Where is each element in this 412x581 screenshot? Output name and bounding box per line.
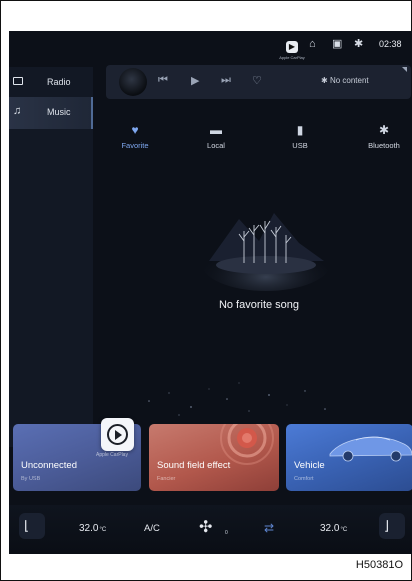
infotainment-screen: ▶ Apple CarPlay ⌂ ▣ ✱ 02:38 Radio ♫ Musi…	[9, 31, 412, 554]
right-temp-value: 32.0	[320, 523, 340, 534]
sidebar-item-radio[interactable]: Radio	[9, 67, 93, 99]
driver-seat-button[interactable]: ⌊	[19, 513, 45, 539]
tab-label: USB	[292, 141, 308, 150]
seat-icon: ⌊	[24, 518, 30, 533]
carplay-caption: Apple CarPlay	[96, 452, 128, 458]
card-subtitle: Fancier	[157, 476, 176, 482]
card-vehicle[interactable]: Vehicle Comfort	[286, 424, 412, 491]
sidebar-item-label: Radio	[47, 77, 71, 87]
fan-icon[interactable]: ✣	[199, 517, 212, 537]
screen-icon: ▣	[332, 38, 343, 50]
next-icon[interactable]: ⏭	[221, 74, 231, 87]
tab-favorite[interactable]: ♥ Favorite	[105, 123, 165, 150]
card-subtitle: Comfort	[294, 476, 314, 482]
radio-icon	[13, 75, 23, 87]
album-art[interactable]	[119, 68, 147, 96]
car-silhouette-icon	[329, 436, 412, 462]
heart-icon: ♥	[131, 123, 139, 137]
sidebar-item-label: Music	[47, 107, 71, 117]
figure-reference-code: H50381O	[355, 559, 403, 571]
status-bar: ▶ Apple CarPlay ⌂ ▣ ✱ 02:38	[9, 31, 412, 60]
empty-state-message: No favorite song	[218, 299, 300, 311]
previous-icon[interactable]: ⏮	[158, 74, 168, 87]
climate-bar: ⌊ 32.0°C A/C ✣ 0 ⇄ 32.0°C ⌋	[9, 505, 412, 554]
tab-bluetooth[interactable]: ✱ Bluetooth	[354, 123, 412, 150]
heart-icon[interactable]: ♡	[252, 74, 262, 87]
decorative-particles	[148, 382, 326, 416]
ac-button[interactable]: A/C	[144, 523, 160, 534]
bluetooth-off-icon: ✱	[321, 76, 328, 85]
carplay-icon: ▶	[286, 41, 298, 53]
card-title: Vehicle	[294, 460, 325, 471]
carplay-icon[interactable]	[101, 418, 134, 451]
bluetooth-icon: ✱	[378, 123, 390, 137]
temp-unit: °C	[340, 527, 348, 533]
card-title: Unconnected	[21, 460, 77, 471]
status-carplay[interactable]: ▶ Apple CarPlay	[277, 36, 307, 60]
play-icon[interactable]: ▶	[191, 74, 199, 87]
tab-label: Bluetooth	[368, 141, 400, 150]
source-sidebar: Radio ♫ Music	[9, 67, 93, 447]
expand-indicator-icon[interactable]	[402, 67, 407, 72]
usb-icon: ⌂	[309, 38, 316, 50]
figure-frame: ▶ Apple CarPlay ⌂ ▣ ✱ 02:38 Radio ♫ Musi…	[0, 0, 412, 581]
empty-forest-illustration	[201, 213, 331, 291]
folder-icon: ▬	[210, 123, 222, 137]
temp-unit: °C	[99, 527, 107, 533]
tab-local[interactable]: ▬ Local	[186, 123, 246, 150]
seat-icon: ⌋	[384, 518, 390, 533]
passenger-seat-button[interactable]: ⌋	[379, 513, 405, 539]
recirculation-icon[interactable]: ⇄	[264, 521, 274, 535]
right-temperature[interactable]: 32.0°C	[320, 523, 347, 534]
music-note-icon: ♫	[13, 105, 22, 117]
status-time: 02:38	[379, 39, 402, 49]
tab-label: Favorite	[121, 141, 149, 150]
sidebar-item-music[interactable]: ♫ Music	[9, 97, 93, 129]
bluetooth-icon: ✱	[354, 38, 364, 50]
card-subtitle: By USB	[21, 476, 41, 482]
player-status: ✱ No content	[321, 76, 369, 85]
mini-player: ⏮ ▶ ⏭ ♡ ✱ No content	[106, 65, 411, 99]
card-sound-field[interactable]: Sound field effect Fancier	[149, 424, 279, 491]
tab-label: Local	[207, 141, 225, 150]
tab-usb[interactable]: ▮ USB	[270, 123, 330, 150]
usb-icon: ▮	[296, 123, 304, 137]
card-title: Sound field effect	[157, 460, 231, 471]
player-status-text: No content	[329, 76, 369, 85]
fan-level: 0	[225, 530, 228, 536]
left-temperature[interactable]: 32.0°C	[79, 523, 106, 534]
left-temp-value: 32.0	[79, 523, 99, 534]
carplay-caption: Apple CarPlay	[279, 55, 305, 60]
